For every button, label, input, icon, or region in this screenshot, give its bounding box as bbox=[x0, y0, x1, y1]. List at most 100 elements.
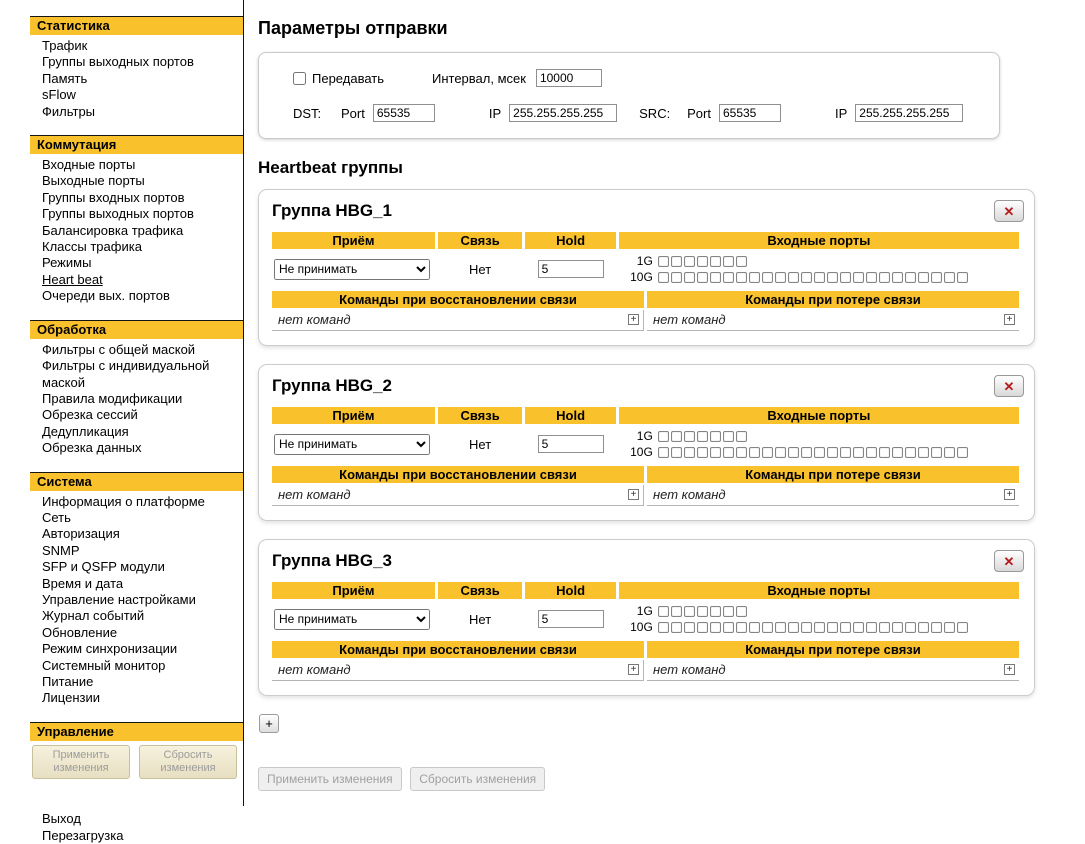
port-checkbox[interactable] bbox=[657, 446, 669, 458]
port-checkbox[interactable] bbox=[670, 446, 682, 458]
sidebar-item[interactable]: Фильтры с общей маской bbox=[42, 342, 195, 357]
port-checkbox[interactable] bbox=[891, 621, 903, 633]
sidebar-item[interactable]: Правила модификации bbox=[42, 391, 182, 406]
sidebar-item[interactable]: Трафик bbox=[42, 38, 87, 53]
port-checkbox[interactable] bbox=[839, 271, 851, 283]
sidebar-item[interactable]: Группы выходных портов bbox=[42, 206, 194, 221]
port-checkbox[interactable] bbox=[891, 446, 903, 458]
reboot-link[interactable]: Перезагрузка bbox=[42, 827, 243, 844]
sidebar-item[interactable]: Группы входных портов bbox=[42, 190, 185, 205]
port-checkbox[interactable] bbox=[735, 430, 747, 442]
receive-mode-select[interactable]: Не принимать bbox=[274, 258, 430, 280]
port-checkbox[interactable] bbox=[696, 255, 708, 267]
logout-link[interactable]: Выход bbox=[42, 810, 243, 827]
port-checkbox[interactable] bbox=[670, 271, 682, 283]
port-checkbox[interactable] bbox=[917, 446, 929, 458]
port-checkbox[interactable] bbox=[904, 621, 916, 633]
port-checkbox[interactable] bbox=[670, 605, 682, 617]
port-checkbox[interactable] bbox=[722, 271, 734, 283]
delete-group-button[interactable]: ✕ bbox=[994, 375, 1024, 397]
port-checkbox[interactable] bbox=[670, 430, 682, 442]
port-checkbox[interactable] bbox=[735, 605, 747, 617]
port-checkbox[interactable] bbox=[748, 621, 760, 633]
sidebar-item[interactable]: Heart beat bbox=[42, 272, 103, 287]
port-checkbox[interactable] bbox=[774, 621, 786, 633]
port-checkbox[interactable] bbox=[852, 446, 864, 458]
port-checkbox[interactable] bbox=[735, 621, 747, 633]
sidebar-item[interactable]: Лицензии bbox=[42, 690, 100, 705]
port-checkbox[interactable] bbox=[683, 255, 695, 267]
port-checkbox[interactable] bbox=[748, 271, 760, 283]
sidebar-item[interactable]: Группы выходных портов bbox=[42, 54, 194, 69]
port-checkbox[interactable] bbox=[735, 255, 747, 267]
port-checkbox[interactable] bbox=[956, 621, 968, 633]
port-checkbox[interactable] bbox=[683, 271, 695, 283]
port-checkbox[interactable] bbox=[709, 621, 721, 633]
port-checkbox[interactable] bbox=[696, 621, 708, 633]
port-checkbox[interactable] bbox=[826, 271, 838, 283]
sidebar-item[interactable]: Режим синхронизации bbox=[42, 641, 177, 656]
port-checkbox[interactable] bbox=[787, 621, 799, 633]
sidebar-item[interactable]: Выходные порты bbox=[42, 173, 145, 188]
port-checkbox[interactable] bbox=[761, 271, 773, 283]
sidebar-item[interactable]: Балансировка трафика bbox=[42, 223, 183, 238]
interval-input[interactable] bbox=[535, 69, 602, 87]
port-checkbox[interactable] bbox=[826, 621, 838, 633]
hold-input[interactable] bbox=[537, 610, 604, 628]
port-checkbox[interactable] bbox=[774, 271, 786, 283]
sidebar-item[interactable]: Сеть bbox=[42, 510, 71, 525]
sidebar-item[interactable]: Обновление bbox=[42, 625, 117, 640]
port-checkbox[interactable] bbox=[657, 271, 669, 283]
port-checkbox[interactable] bbox=[709, 430, 721, 442]
port-checkbox[interactable] bbox=[891, 271, 903, 283]
port-checkbox[interactable] bbox=[683, 446, 695, 458]
expand-icon[interactable] bbox=[628, 314, 639, 325]
port-checkbox[interactable] bbox=[761, 446, 773, 458]
port-checkbox[interactable] bbox=[657, 605, 669, 617]
port-checkbox[interactable] bbox=[800, 446, 812, 458]
port-checkbox[interactable] bbox=[657, 430, 669, 442]
port-checkbox[interactable] bbox=[865, 446, 877, 458]
port-checkbox[interactable] bbox=[878, 446, 890, 458]
port-checkbox[interactable] bbox=[930, 271, 942, 283]
sidebar-apply-button[interactable]: Применить изменения bbox=[32, 744, 130, 779]
port-checkbox[interactable] bbox=[722, 446, 734, 458]
sidebar-item[interactable]: Информация о платформе bbox=[42, 494, 205, 509]
reset-changes-button[interactable]: Сбросить изменения bbox=[410, 767, 546, 791]
expand-icon[interactable] bbox=[1004, 664, 1015, 675]
port-checkbox[interactable] bbox=[917, 271, 929, 283]
port-checkbox[interactable] bbox=[683, 605, 695, 617]
port-checkbox[interactable] bbox=[943, 446, 955, 458]
port-checkbox[interactable] bbox=[930, 446, 942, 458]
port-checkbox[interactable] bbox=[839, 621, 851, 633]
port-checkbox[interactable] bbox=[709, 271, 721, 283]
sidebar-item[interactable]: Питание bbox=[42, 674, 93, 689]
sidebar-item[interactable]: SFP и QSFP модули bbox=[42, 559, 165, 574]
port-checkbox[interactable] bbox=[722, 621, 734, 633]
port-checkbox[interactable] bbox=[943, 621, 955, 633]
port-checkbox[interactable] bbox=[904, 271, 916, 283]
port-checkbox[interactable] bbox=[787, 271, 799, 283]
hold-input[interactable] bbox=[537, 435, 604, 453]
port-checkbox[interactable] bbox=[865, 271, 877, 283]
port-checkbox[interactable] bbox=[956, 271, 968, 283]
sidebar-item[interactable]: Дедупликация bbox=[42, 424, 129, 439]
delete-group-button[interactable]: ✕ bbox=[994, 200, 1024, 222]
port-checkbox[interactable] bbox=[917, 621, 929, 633]
port-checkbox[interactable] bbox=[800, 271, 812, 283]
expand-icon[interactable] bbox=[1004, 489, 1015, 500]
port-checkbox[interactable] bbox=[683, 621, 695, 633]
port-checkbox[interactable] bbox=[696, 271, 708, 283]
port-checkbox[interactable] bbox=[722, 605, 734, 617]
sidebar-item[interactable]: Авторизация bbox=[42, 526, 120, 541]
port-checkbox[interactable] bbox=[709, 605, 721, 617]
sidebar-item[interactable]: Управление настройками bbox=[42, 592, 196, 607]
port-checkbox[interactable] bbox=[826, 446, 838, 458]
sidebar-item[interactable]: Обрезка данных bbox=[42, 440, 142, 455]
sidebar-reset-button[interactable]: Сбросить изменения bbox=[139, 744, 237, 779]
sidebar-item[interactable]: Очереди вых. портов bbox=[42, 288, 170, 303]
port-checkbox[interactable] bbox=[787, 446, 799, 458]
sidebar-item[interactable]: Фильтры с индивидуальной маской bbox=[42, 358, 209, 389]
sidebar-item[interactable]: Фильтры bbox=[42, 104, 95, 119]
port-checkbox[interactable] bbox=[813, 621, 825, 633]
